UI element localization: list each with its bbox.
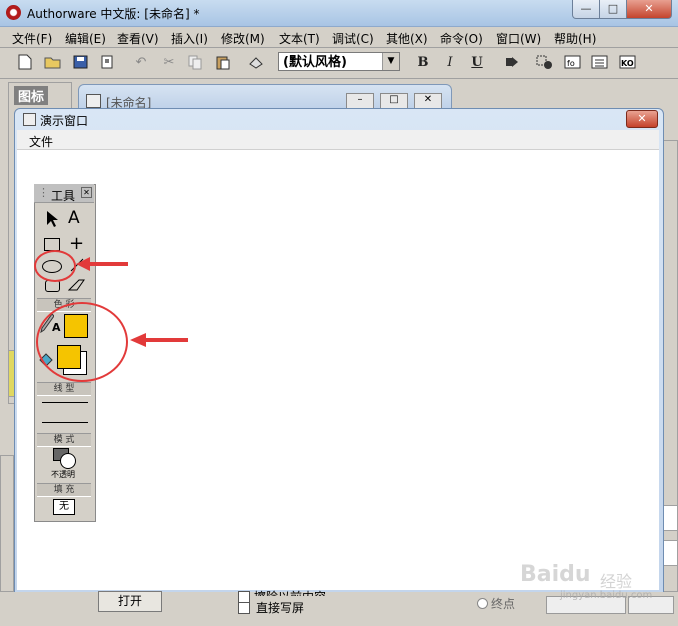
import-icon[interactable] — [98, 53, 116, 71]
direct-to-screen-checkbox[interactable] — [238, 602, 250, 614]
tools-close-icon[interactable]: ✕ — [81, 187, 92, 198]
line-style-arrow[interactable] — [42, 422, 88, 423]
text-style-value: (默认风格) — [283, 55, 347, 70]
line-section-label: 线 型 — [37, 382, 91, 396]
flowline-window-icon — [86, 94, 101, 108]
presentation-window-icon — [23, 113, 36, 126]
svg-text:KO: KO — [621, 59, 634, 68]
app-title: Authorware 中文版: [未命名] * — [27, 7, 200, 21]
line-tool-icon[interactable]: + — [69, 233, 84, 254]
minimize-button[interactable]: — — [572, 0, 600, 19]
menu-command[interactable]: 命令(O) — [440, 30, 483, 47]
presentation-window-title: 演示窗口 — [40, 114, 89, 128]
ellipse-highlight-circle — [34, 250, 76, 282]
tools-palette-title: 工具 — [51, 189, 76, 203]
flowline-minimize-button[interactable]: – — [346, 93, 374, 109]
chevron-down-icon[interactable]: ▼ — [382, 53, 399, 70]
icons-panel-title: 图标 — [14, 86, 49, 105]
open-button[interactable]: 打开 — [98, 591, 162, 612]
properties-field — [662, 505, 678, 531]
close-button[interactable]: ✕ — [626, 0, 672, 19]
endpoint-radio[interactable] — [477, 598, 488, 609]
erase-previous-label: 擦除以前内容 — [254, 588, 326, 596]
open-folder-icon[interactable] — [44, 53, 62, 71]
find-icon[interactable] — [248, 53, 266, 71]
menu-text[interactable]: 文本(T) — [279, 30, 320, 47]
bold-button[interactable]: B — [414, 53, 432, 71]
ellipse-annotation-arrow-icon — [76, 257, 128, 274]
toolbar: ↶ ✂ (默认风格) ▼ B I U fo KO — [0, 48, 678, 79]
color-highlight-circle — [36, 302, 128, 382]
save-all-icon[interactable] — [72, 53, 90, 71]
knowledge-objects-icon[interactable]: KO — [619, 53, 637, 71]
flowline-close-button[interactable]: ✕ — [414, 93, 442, 109]
menu-bar: 文件(F) 编辑(E) 查看(V) 插入(I) 修改(M) 文本(T) 调试(C… — [0, 27, 678, 48]
pointer-tool-icon[interactable] — [45, 210, 59, 231]
baidu-watermark-url: jingyan.baidu.com — [560, 590, 653, 601]
menu-window[interactable]: 窗口(W) — [496, 30, 541, 47]
left-properties-edge — [0, 455, 14, 592]
menu-help[interactable]: 帮助(H) — [554, 30, 596, 47]
grip-icon: ⋮ — [38, 186, 49, 199]
fill-value[interactable]: 无 — [53, 499, 75, 515]
presentation-menu-file[interactable]: 文件 — [29, 133, 53, 150]
menu-edit[interactable]: 编辑(E) — [65, 30, 106, 47]
copy-icon[interactable] — [186, 53, 204, 71]
direct-to-screen-label: 直接写屏 — [256, 601, 305, 615]
control-panel-icon[interactable] — [536, 53, 554, 71]
presentation-close-button[interactable]: ✕ — [626, 110, 658, 128]
baidu-watermark: Baidu — [520, 562, 591, 587]
undo-icon[interactable]: ↶ — [132, 53, 150, 71]
variables-icon[interactable] — [591, 53, 609, 71]
color-annotation-arrow-icon — [130, 333, 188, 350]
presentation-menu-bar — [17, 130, 659, 150]
fill-section-label: 填 充 — [37, 483, 91, 497]
menu-view[interactable]: 查看(V) — [117, 30, 159, 47]
endpoint-label: 终点 — [491, 597, 516, 611]
menu-other[interactable]: 其他(X) — [386, 30, 428, 47]
rectangle-tool-icon[interactable] — [44, 238, 60, 251]
line-style-thin[interactable] — [42, 402, 88, 403]
mode-circle-icon[interactable] — [60, 453, 76, 469]
baidu-watermark-jingyan: 经验 — [600, 572, 633, 591]
text-tool[interactable]: A — [68, 208, 80, 228]
run-icon[interactable] — [503, 53, 521, 71]
flowline-maximize-button[interactable]: □ — [380, 93, 408, 109]
menu-file[interactable]: 文件(F) — [12, 30, 52, 47]
mode-value: 不透明 — [51, 470, 75, 479]
svg-text:fo: fo — [567, 59, 575, 68]
polygon-tool-icon[interactable] — [67, 279, 86, 294]
new-file-icon[interactable] — [16, 53, 34, 71]
cut-icon[interactable]: ✂ — [160, 53, 178, 71]
mode-section-label: 模 式 — [37, 433, 91, 447]
paste-icon[interactable] — [214, 53, 232, 71]
properties-field-2 — [662, 540, 678, 566]
menu-modify[interactable]: 修改(M) — [221, 30, 265, 47]
underline-button[interactable]: U — [468, 53, 486, 71]
functions-icon[interactable]: fo — [564, 53, 582, 71]
menu-debug[interactable]: 调试(C) — [332, 30, 374, 47]
menu-insert[interactable]: 插入(I) — [171, 30, 208, 47]
maximize-button[interactable]: □ — [599, 0, 627, 19]
text-style-select[interactable]: (默认风格) ▼ — [278, 52, 400, 71]
authorware-app-icon — [6, 5, 21, 20]
italic-button[interactable]: I — [441, 53, 459, 71]
